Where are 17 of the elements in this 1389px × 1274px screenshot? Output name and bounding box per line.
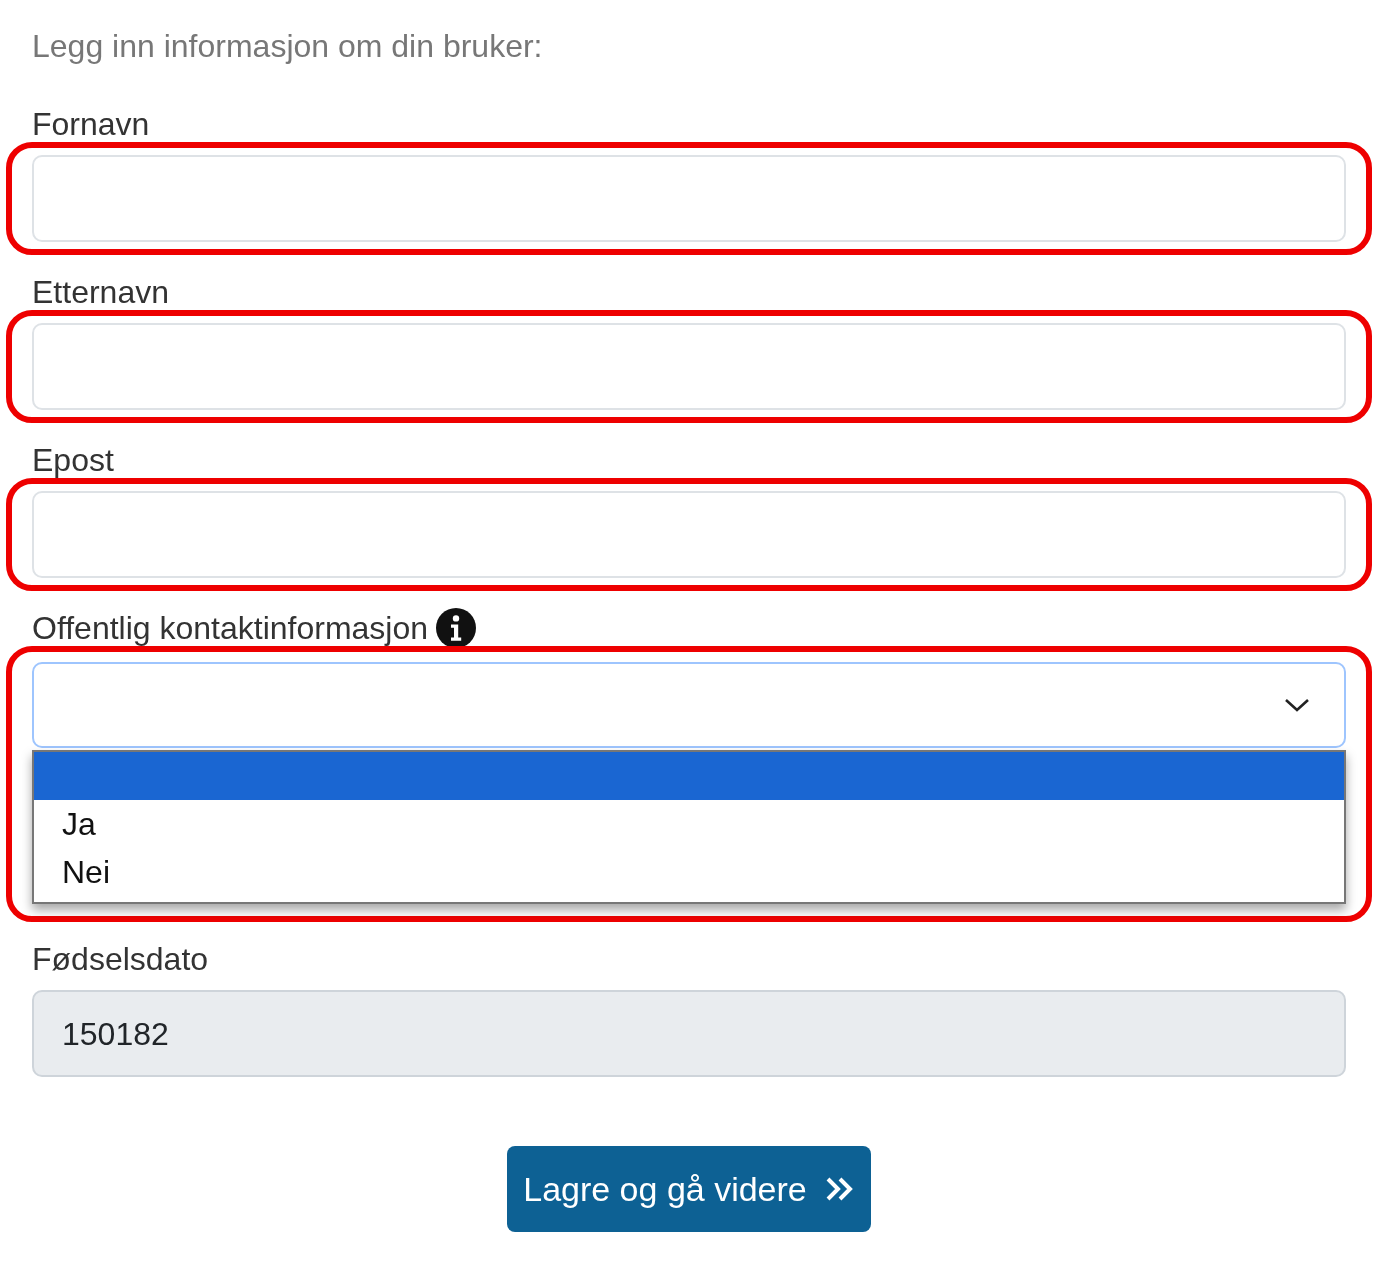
dropdown-option[interactable]: Ja	[34, 800, 1344, 848]
info-icon[interactable]	[436, 608, 477, 648]
select-field[interactable]	[32, 662, 1346, 748]
text-field[interactable]	[32, 155, 1346, 242]
field-label: Fornavn	[32, 106, 150, 142]
save-continue-button[interactable]: Lagre og gå videre	[507, 1146, 871, 1232]
dropdown-option[interactable]	[34, 752, 1344, 800]
intro-text: Legg inn informasjon om din bruker:	[32, 27, 544, 66]
dropdown-option[interactable]: Nei	[34, 848, 1344, 896]
field-label: Epost	[32, 442, 114, 478]
text-field[interactable]	[32, 491, 1346, 578]
field-label: Fødselsdato	[32, 941, 209, 977]
field-label: Offentlig kontaktinformasjon	[32, 610, 429, 646]
text-field[interactable]	[32, 323, 1346, 410]
field-label: Etternavn	[32, 274, 169, 310]
chevron-down-icon	[1284, 697, 1310, 713]
double-chevron-right-icon	[824, 1176, 855, 1202]
